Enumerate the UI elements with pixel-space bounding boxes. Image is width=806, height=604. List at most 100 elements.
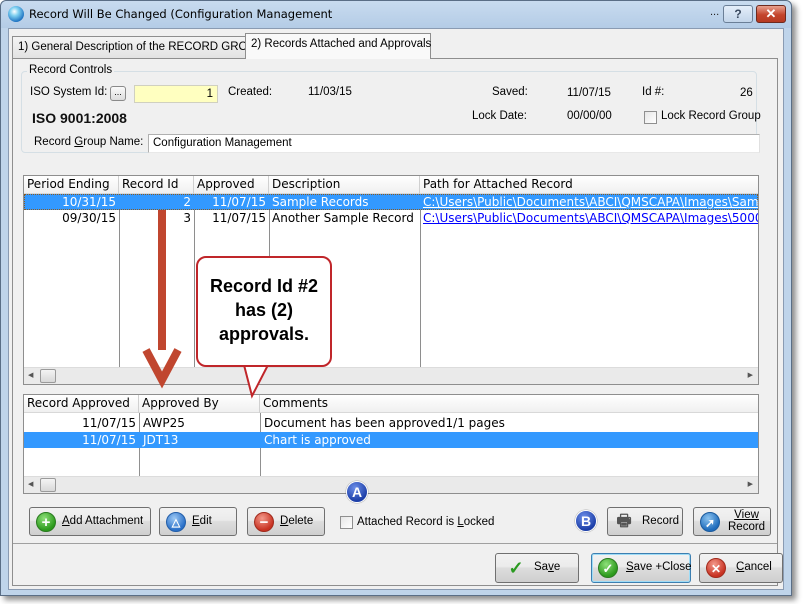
- annotation-arrow-shaft: [158, 210, 166, 350]
- minus-icon: −: [254, 512, 274, 532]
- id-label: Id #:: [642, 86, 665, 98]
- plus-icon: +: [36, 512, 56, 532]
- annotation-badge-a: A: [346, 481, 368, 503]
- records-row[interactable]: 10/31/15 2 11/07/15 Sample Records C:\Us…: [24, 194, 758, 210]
- cursor-pointer-icon: ➚: [700, 512, 720, 532]
- records-grid[interactable]: Period Ending Record Id Approved Descrip…: [23, 175, 759, 385]
- callout-line: has (2): [234, 300, 294, 320]
- cell-path-link[interactable]: C:\Users\Public\Documents\ABCI\QMSCAPA\I…: [420, 194, 758, 210]
- approvals-row[interactable]: 11/07/15 AWP25 Document has been approve…: [24, 415, 758, 431]
- callout-tail-icon: [242, 364, 270, 399]
- save-close-label: Save +Close: [626, 561, 692, 573]
- view-record-button[interactable]: ➚ View Record: [693, 507, 771, 536]
- save-label: Save: [534, 561, 561, 573]
- cell-approved: 11/07/15: [212, 211, 266, 225]
- annotation-badge-b: B: [575, 510, 597, 532]
- created-label: Created:: [228, 86, 273, 98]
- lock-record-group-label: Lock Record Group: [661, 110, 761, 122]
- annotation-callout: Record Id #2 has (2) approvals.: [196, 256, 332, 367]
- tab-records-attached[interactable]: 2) Records Attached and Approvals: [245, 33, 431, 59]
- cell-description: Sample Records: [272, 195, 369, 209]
- check-circle-icon: ✓: [598, 558, 618, 578]
- cell-path-link[interactable]: C:\Users\Public\Documents\ABCI\QMSCAPA\I…: [420, 210, 758, 226]
- title-overflow: ...: [710, 6, 720, 18]
- scroll-right-arrow-icon[interactable]: ▶: [748, 480, 753, 488]
- tab-general-description[interactable]: 1) General Description of the RECORD GRO…: [12, 36, 263, 58]
- column-description[interactable]: Description: [269, 176, 420, 194]
- lock-date-value: 00/00/00: [567, 110, 612, 122]
- cancel-button[interactable]: ✕ Cancel: [699, 553, 783, 583]
- save-close-button[interactable]: ✓ Save +Close: [591, 553, 692, 583]
- app-globe-icon: [8, 6, 24, 22]
- iso-system-id-lookup-button[interactable]: ...: [110, 86, 126, 101]
- saved-label: Saved:: [492, 86, 528, 98]
- callout-line: Record Id #2: [209, 276, 319, 296]
- approvals-grid[interactable]: Record Approved Approved By Comments 11/…: [23, 394, 759, 494]
- scroll-left-arrow-icon[interactable]: ◀: [28, 480, 33, 488]
- window-title: Record Will Be Changed (Configuration Ma…: [29, 7, 333, 21]
- delete-button[interactable]: − Delete: [247, 507, 325, 536]
- iso-system-id-input[interactable]: 1: [134, 85, 218, 103]
- annotation-arrow-head-icon: [142, 348, 182, 389]
- column-divider: [119, 210, 120, 368]
- dialog-client: 1) General Description of the RECORD GRO…: [8, 28, 784, 590]
- cell-record-approved: 11/07/15: [82, 433, 136, 447]
- print-record-label: Record: [642, 515, 680, 527]
- checkmark-icon: ✓: [508, 558, 524, 578]
- triangle-edit-icon: △: [166, 512, 186, 532]
- cell-record-id: 3: [183, 211, 191, 225]
- cell-record-approved: 11/07/15: [82, 416, 136, 430]
- records-row[interactable]: 09/30/15 3 11/07/15 Another Sample Recor…: [24, 210, 758, 226]
- approvals-grid-hscrollbar[interactable]: ◀ ▶: [24, 476, 758, 493]
- attached-record-locked-label: Attached Record is Locked: [357, 516, 495, 528]
- dialog-window: Record Will Be Changed (Configuration Ma…: [0, 0, 792, 596]
- records-grid-header: Period Ending Record Id Approved Descrip…: [24, 176, 758, 194]
- record-controls-group: Record Controls ISO System Id: ... 1 Cre…: [21, 64, 761, 153]
- approvals-grid-header: Record Approved Approved By Comments: [24, 395, 758, 413]
- cell-period-ending: 09/30/15: [62, 211, 116, 225]
- record-group-name-label: Record Group Name:: [34, 136, 144, 148]
- records-grid-hscrollbar[interactable]: ◀ ▶: [24, 367, 758, 384]
- record-group-name-input[interactable]: Configuration Management: [148, 134, 760, 153]
- column-comments[interactable]: Comments: [260, 395, 758, 413]
- edit-button[interactable]: △ Edit: [159, 507, 237, 536]
- cell-description: Another Sample Record: [272, 211, 414, 225]
- lock-record-group-checkbox[interactable]: [644, 111, 657, 124]
- saved-value: 11/07/15: [567, 87, 611, 99]
- column-path[interactable]: Path for Attached Record: [420, 176, 758, 194]
- attached-record-locked-checkbox[interactable]: [340, 516, 353, 529]
- column-record-id[interactable]: Record Id: [119, 176, 194, 194]
- scroll-left-arrow-icon[interactable]: ◀: [28, 371, 33, 379]
- record-controls-legend: Record Controls: [27, 64, 115, 76]
- column-approved[interactable]: Approved: [194, 176, 269, 194]
- save-button[interactable]: ✓ Save: [495, 553, 579, 583]
- created-value: 11/03/15: [308, 86, 352, 98]
- cell-period-ending: 10/31/15: [62, 195, 116, 209]
- view-record-label: View Record: [728, 509, 766, 533]
- iso-system-id-label: ISO System Id:: [30, 86, 108, 98]
- footer-divider: [13, 543, 777, 544]
- column-record-approved[interactable]: Record Approved: [24, 395, 139, 413]
- printer-icon: 🖶: [616, 513, 632, 530]
- approvals-row[interactable]: 11/07/15 JDT13 Chart is approved: [24, 432, 758, 448]
- scroll-thumb[interactable]: [40, 478, 56, 492]
- delete-label: Delete: [280, 515, 314, 527]
- help-button[interactable]: ?: [723, 5, 753, 23]
- lock-date-label: Lock Date:: [472, 110, 527, 122]
- edit-label: Edit: [192, 515, 212, 527]
- scroll-right-arrow-icon[interactable]: ▶: [748, 371, 753, 379]
- column-divider: [420, 210, 421, 368]
- scroll-thumb[interactable]: [40, 369, 56, 383]
- cell-record-id: 2: [183, 195, 191, 209]
- id-value: 26: [740, 87, 753, 99]
- print-record-button[interactable]: 🖶 Record: [607, 507, 683, 536]
- column-period-ending[interactable]: Period Ending: [24, 176, 119, 194]
- iso-standard-title: ISO 9001:2008: [32, 110, 127, 126]
- tab-page-records: Record Controls ISO System Id: ... 1 Cre…: [12, 58, 783, 586]
- close-button[interactable]: ✕: [756, 5, 786, 23]
- title-bar[interactable]: Record Will Be Changed (Configuration Ma…: [1, 1, 791, 28]
- cell-approved-by: JDT13: [143, 433, 179, 447]
- column-divider: [194, 210, 195, 368]
- callout-line: approvals.: [218, 324, 310, 344]
- add-attachment-button[interactable]: + Add Attachment: [29, 507, 151, 536]
